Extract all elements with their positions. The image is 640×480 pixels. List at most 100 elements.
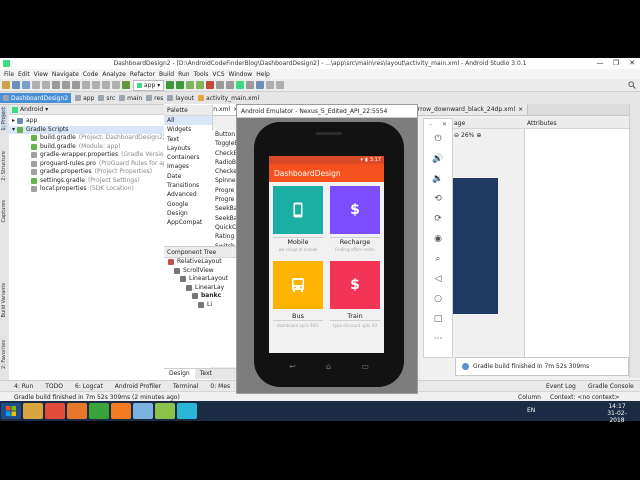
- card-recharge[interactable]: $: [330, 186, 380, 234]
- tree-item[interactable]: gradle-wrapper.properties (Gradle Version…: [9, 151, 170, 160]
- back-icon[interactable]: ↩: [289, 362, 296, 371]
- breadcrumb-res[interactable]: res: [146, 95, 163, 102]
- maximize-button[interactable]: ❐: [608, 58, 624, 69]
- palette-category[interactable]: AppCompat: [164, 218, 212, 227]
- event-log-button[interactable]: Event Log: [546, 383, 576, 390]
- close-button[interactable]: ✕: [624, 58, 640, 69]
- tree-item[interactable]: gradle.properties (Project Properties): [9, 168, 164, 177]
- android-studio-icon[interactable]: [155, 403, 175, 419]
- apply-changes-icon[interactable]: [186, 81, 195, 89]
- profiler-tool-button[interactable]: Android Profiler: [115, 383, 161, 390]
- forward-icon[interactable]: [112, 81, 120, 89]
- breadcrumb-layout[interactable]: layout: [167, 95, 194, 102]
- palette-category[interactable]: Advanced: [164, 190, 212, 199]
- tool-build-variants[interactable]: Build Variants: [1, 283, 7, 317]
- windows-start-icon[interactable]: [1, 403, 21, 419]
- tree-item-gradle-scripts[interactable]: ▾ Gradle Scripts: [9, 125, 164, 134]
- breadcrumb-app[interactable]: app: [75, 95, 94, 102]
- minimize-button[interactable]: —: [592, 58, 608, 69]
- debug-icon[interactable]: [176, 81, 185, 89]
- sync-gradle-icon[interactable]: [236, 81, 245, 89]
- rotate-left-icon[interactable]: ⟲: [424, 189, 452, 209]
- menu-refactor[interactable]: Refactor: [130, 71, 155, 78]
- palette-category[interactable]: Design: [164, 209, 212, 218]
- menu-edit[interactable]: Edit: [18, 71, 30, 78]
- card-train[interactable]: $: [330, 261, 380, 309]
- menu-analyze[interactable]: Analyze: [102, 71, 126, 78]
- tree-item[interactable]: Li: [164, 301, 242, 310]
- tree-item[interactable]: proguard-rules.pro (ProGuard Rules for ap…: [9, 160, 173, 169]
- tab-design[interactable]: Design: [164, 369, 195, 379]
- messages-tool-button[interactable]: 0: Mes: [210, 383, 230, 390]
- folder-icon[interactable]: [23, 403, 43, 419]
- power-icon[interactable]: ⏻: [424, 129, 452, 149]
- open-folder-icon[interactable]: [2, 81, 10, 89]
- back-icon[interactable]: [102, 81, 110, 89]
- xampp-icon[interactable]: [111, 403, 131, 419]
- tree-item[interactable]: LinearLay: [164, 284, 242, 293]
- todo-tool-button[interactable]: TODO: [45, 383, 63, 390]
- run-icon[interactable]: [166, 81, 175, 89]
- gradle-console-button[interactable]: Gradle Console: [588, 383, 634, 390]
- replace-icon[interactable]: [92, 81, 100, 89]
- palette-category[interactable]: Text: [164, 135, 212, 144]
- logcat-tool-button[interactable]: 6: Logcat: [75, 383, 103, 390]
- paste-icon[interactable]: [72, 81, 80, 89]
- layout-inspector-icon[interactable]: [256, 81, 265, 89]
- avd-manager-icon[interactable]: [216, 81, 225, 89]
- zoom-in-icon[interactable]: ⊕: [476, 132, 481, 139]
- close-tab-icon[interactable]: ×: [518, 106, 523, 113]
- palette-category[interactable]: Layouts: [164, 144, 212, 153]
- menu-help[interactable]: Help: [256, 71, 270, 78]
- system-clock[interactable]: 14:17 31-02-2018: [600, 403, 634, 424]
- tree-item[interactable]: build.gradle (Module: app): [9, 143, 164, 152]
- terminal-tool-button[interactable]: Terminal: [173, 383, 198, 390]
- recents-icon[interactable]: ▭: [361, 362, 369, 371]
- gradle-notification[interactable]: Gradle build finished in 7m 52s 309ms: [455, 357, 629, 376]
- menu-tools[interactable]: Tools: [194, 71, 209, 78]
- back-icon[interactable]: ◁: [424, 269, 452, 289]
- project-view-select[interactable]: Android ▾: [9, 105, 164, 115]
- make-project-icon[interactable]: [122, 81, 130, 89]
- more-icon[interactable]: ⋯: [424, 329, 452, 349]
- menu-file[interactable]: File: [4, 71, 14, 78]
- camtasia-icon[interactable]: [89, 403, 109, 419]
- card-mobile[interactable]: [273, 186, 323, 234]
- cut-icon[interactable]: [52, 81, 60, 89]
- menu-window[interactable]: Window: [229, 71, 253, 78]
- sync-icon[interactable]: [22, 81, 30, 89]
- profile-icon[interactable]: [196, 81, 205, 89]
- search-icon[interactable]: [628, 81, 636, 89]
- tree-item-app[interactable]: ▸ app: [9, 117, 164, 126]
- stop-icon[interactable]: [206, 81, 215, 89]
- undo-icon[interactable]: [32, 81, 40, 89]
- tree-item[interactable]: bankc: [164, 292, 242, 301]
- rotate-right-icon[interactable]: ⟳: [424, 209, 452, 229]
- home-icon[interactable]: ⌂: [326, 362, 331, 371]
- home-icon[interactable]: ○: [424, 289, 452, 309]
- notepad-icon[interactable]: [133, 403, 153, 419]
- breadcrumb-file[interactable]: activity_main.xml: [198, 95, 259, 102]
- tree-item[interactable]: settings.gradle (Project Settings): [9, 177, 164, 186]
- minimize-icon[interactable]: –: [429, 121, 432, 128]
- card-bus[interactable]: [273, 261, 323, 309]
- overview-icon[interactable]: □: [424, 309, 452, 329]
- nox-icon[interactable]: [177, 403, 197, 419]
- save-icon[interactable]: [12, 81, 20, 89]
- tree-item[interactable]: RelativeLayout: [164, 258, 242, 267]
- tree-item[interactable]: local.properties (SDK Location): [9, 185, 164, 194]
- palette-category[interactable]: Widgets: [164, 125, 212, 134]
- redo-icon[interactable]: [42, 81, 50, 89]
- tool-structure[interactable]: 2: Structure: [1, 151, 7, 181]
- tool-captures[interactable]: Captures: [1, 200, 7, 223]
- breadcrumb-main[interactable]: main: [119, 95, 142, 102]
- help-icon[interactable]: [276, 81, 285, 89]
- menu-build[interactable]: Build: [159, 71, 174, 78]
- menu-view[interactable]: View: [34, 71, 48, 78]
- run-config-select[interactable]: app ▾: [133, 79, 165, 91]
- menu-code[interactable]: Code: [83, 71, 98, 78]
- breadcrumb-project[interactable]: DashboardDesign2: [0, 93, 72, 103]
- tool-favorites[interactable]: 2: Favorites: [1, 340, 7, 369]
- project-structure-icon[interactable]: [266, 81, 275, 89]
- volume-up-icon[interactable]: 🔊: [424, 149, 452, 169]
